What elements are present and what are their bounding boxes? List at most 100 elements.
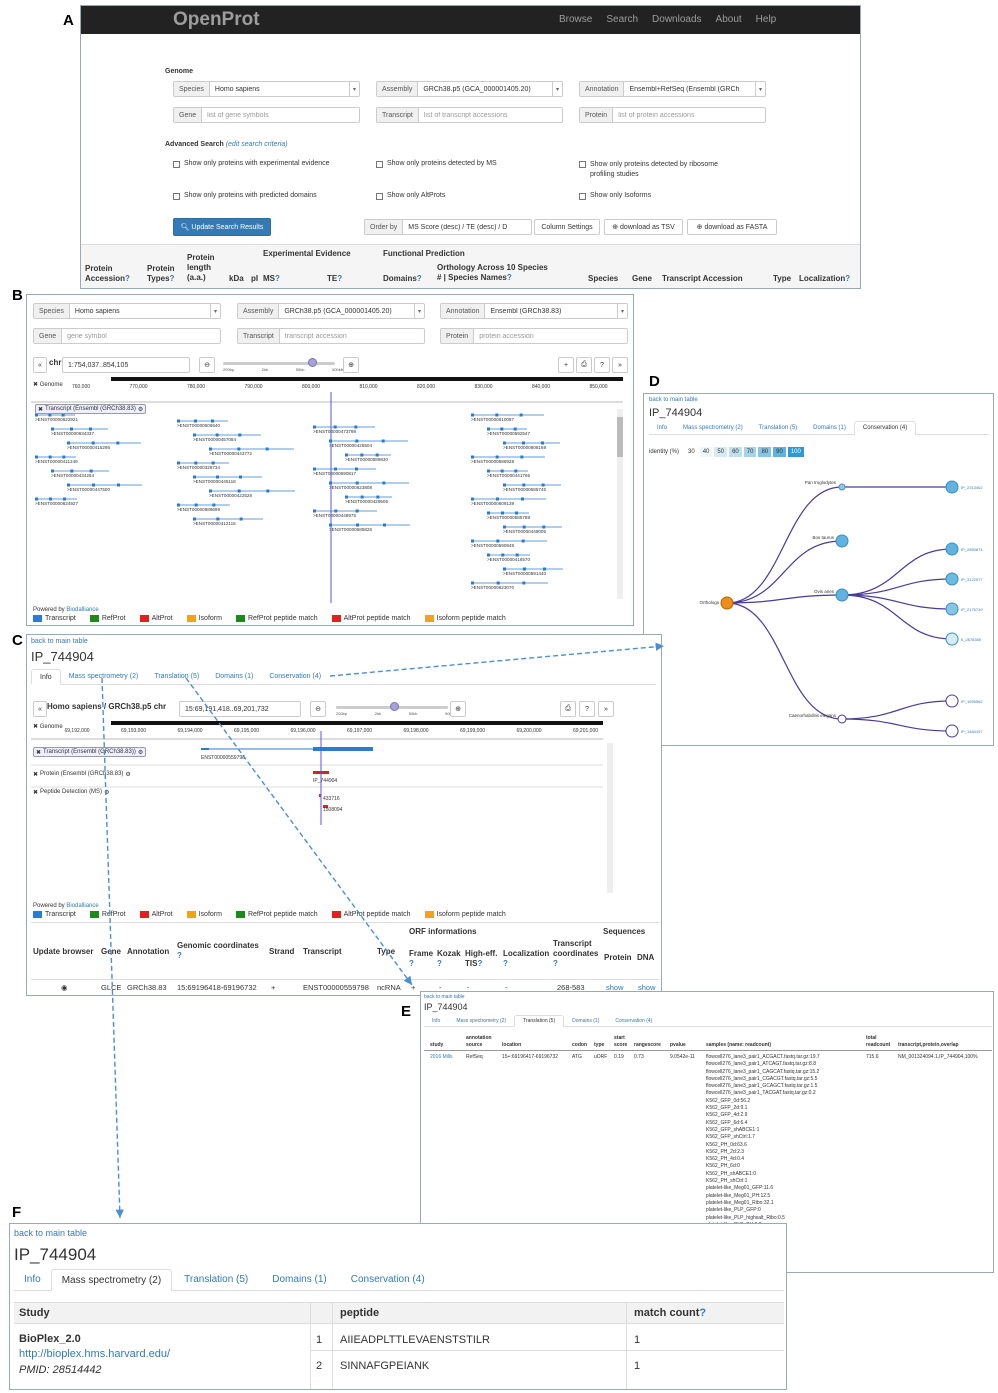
transcript-exon[interactable] [519, 413, 523, 417]
transcript-exon[interactable] [239, 517, 243, 521]
checkbox-box[interactable] [173, 161, 180, 168]
col-protein-types[interactable]: Protein Types? [147, 264, 175, 284]
settings-icon[interactable]: ⚙ [138, 749, 143, 756]
col-localization[interactable]: Localization? [799, 274, 850, 284]
nav-help[interactable]: Help [756, 14, 777, 25]
tab-conservation[interactable]: Conservation (4) [261, 669, 329, 684]
study-url-link[interactable]: http://bioplex.hms.harvard.edu/ [19, 1348, 170, 1360]
edit-criteria-link[interactable]: (edit search criteria) [226, 141, 288, 148]
scrollbar-thumb[interactable] [617, 417, 623, 457]
leaf-label[interactable]: II_2878365 [961, 637, 982, 642]
transcript-exon[interactable] [239, 475, 242, 479]
transcript-exon[interactable] [266, 489, 270, 493]
nav-back-button[interactable]: « [33, 701, 47, 717]
species-select[interactable]: Species Homo sapiens ▾ [173, 81, 360, 97]
cae-node[interactable] [837, 714, 847, 724]
protein-input[interactable]: Protein list of protein accessions [579, 107, 766, 123]
back-to-main-table-link[interactable]: back to main table [14, 1228, 87, 1238]
help-icon[interactable]: ? [503, 959, 508, 968]
col-pi[interactable]: pI [251, 274, 258, 284]
col-domains[interactable]: Domains? [383, 274, 422, 284]
location-input[interactable]: 15:69,191,418..69,201,732 [179, 701, 301, 717]
help-icon[interactable]: ? [553, 959, 558, 968]
checkbox-box[interactable] [376, 193, 383, 200]
help-icon[interactable]: ? [477, 959, 482, 968]
brand-logo[interactable]: OpenProt [173, 9, 260, 31]
download-tsv-button[interactable]: ⊕ download as TSV [604, 219, 683, 235]
ovis-node[interactable] [835, 588, 849, 602]
tab-info[interactable]: Info [31, 669, 61, 685]
zoom-slider-handle[interactable] [308, 358, 317, 367]
help-icon[interactable]: ? [337, 274, 342, 283]
tab-domains[interactable]: Domains (1) [260, 1269, 338, 1290]
col-transcript-accession[interactable]: Transcript Accession [662, 274, 743, 284]
close-icon[interactable]: ✖ [33, 789, 38, 796]
leaf-node[interactable] [945, 480, 959, 494]
settings-icon[interactable]: ⚙ [138, 406, 143, 413]
transcript-exon[interactable] [383, 523, 386, 527]
transcript-exon[interactable] [117, 483, 120, 487]
track-label-peptide[interactable]: ✖ Peptide Detection (MS) ⚙ [33, 789, 109, 796]
print-button[interactable]: ⎙ [576, 357, 592, 373]
tab-mass-spec[interactable]: Mass spectrometry (2) [50, 1269, 173, 1291]
col-protein-accession[interactable]: Protein Accession? [85, 264, 130, 284]
leaf-node[interactable] [945, 694, 959, 708]
settings-icon[interactable]: ⚙ [104, 789, 109, 796]
root-node[interactable] [720, 596, 734, 610]
transcript-exon[interactable] [201, 748, 209, 750]
close-icon[interactable]: ✖ [36, 749, 41, 756]
chr-location-input[interactable]: 1:754,037..854,105 [62, 357, 190, 373]
leaf-node[interactable] [945, 572, 959, 586]
col-kda[interactable]: kDa [229, 274, 244, 284]
checkbox-box[interactable] [376, 161, 383, 168]
tab-translation[interactable]: Translation (5) [172, 1269, 260, 1290]
leaf-label[interactable]: IP_3122077 [961, 577, 983, 582]
zoom-in-button[interactable]: ⊕ [450, 701, 466, 717]
nav-search[interactable]: Search [606, 14, 638, 25]
help-icon[interactable]: ? [409, 959, 414, 968]
checkbox-box[interactable] [173, 193, 180, 200]
tab-domains[interactable]: Domains (1) [207, 669, 261, 684]
transcript-exon[interactable] [355, 509, 359, 513]
bos-node[interactable] [835, 534, 849, 548]
nav-forward-button[interactable]: » [612, 357, 628, 373]
close-icon[interactable]: ✖ [33, 771, 38, 778]
col-gene[interactable]: Gene [632, 274, 652, 284]
biodalliance-link[interactable]: Biodalliance [66, 903, 98, 909]
nav-downloads[interactable]: Downloads [652, 14, 701, 25]
leaf-label[interactable]: IP_1484197 [961, 729, 983, 734]
tab-domains[interactable]: Domains (1) [564, 1015, 607, 1026]
leaf-node[interactable] [945, 542, 959, 556]
column-settings-button[interactable]: Column Settings [534, 219, 600, 235]
zoom-out-button[interactable]: ⊖ [199, 357, 215, 373]
download-fasta-button[interactable]: ⊕ download as FASTA [687, 219, 777, 235]
checkbox-isoforms[interactable]: Show only Isoforms [579, 192, 651, 200]
help-icon[interactable]: ? [507, 273, 512, 282]
transcript-exon[interactable] [520, 455, 524, 459]
col-protein-length[interactable]: Protein length (a.a.) [187, 253, 215, 283]
radio-button[interactable]: ◉ [61, 983, 68, 992]
help-icon[interactable]: ? [699, 1307, 706, 1319]
close-icon[interactable]: ✖ [33, 724, 38, 730]
col-orthology[interactable]: Orthology Across 10 Species # | Species N… [437, 263, 548, 283]
print-button[interactable]: ⎙ [560, 701, 576, 717]
assembly-select[interactable]: Assembly GRCh38.p5 (GCA_000001405.20) ▾ [237, 303, 425, 319]
gene-input[interactable]: Gene list of gene symbols [173, 107, 360, 123]
leaf-label[interactable]: IP_1595562 [961, 699, 983, 704]
col-te[interactable]: TE? [327, 274, 342, 284]
zoom-out-button[interactable]: ⊖ [310, 701, 326, 717]
tab-domains[interactable]: Domains (1) [805, 421, 854, 434]
gene-input[interactable]: Gene gene symbol [33, 328, 221, 344]
tab-info[interactable]: Info [649, 421, 675, 434]
transcript-exon[interactable] [238, 433, 242, 437]
help-icon[interactable]: ? [437, 959, 442, 968]
help-icon[interactable]: ? [417, 274, 422, 283]
track-label-protein[interactable]: ✖ Protein (Ensembl (GRCh38.83) ⚙ [33, 771, 131, 778]
leaf-node[interactable] [945, 724, 959, 738]
pan-node[interactable] [838, 483, 846, 491]
nav-browse[interactable]: Browse [559, 14, 592, 25]
transcript-exon[interactable] [313, 747, 373, 751]
species-select[interactable]: Species Homo sapiens ▾ [33, 303, 221, 319]
tab-translation[interactable]: Translation (5) [146, 669, 207, 684]
track-label-transcript[interactable]: ✖ Transcript (Ensembl (GRCh38.83)) ⚙ [33, 747, 147, 757]
